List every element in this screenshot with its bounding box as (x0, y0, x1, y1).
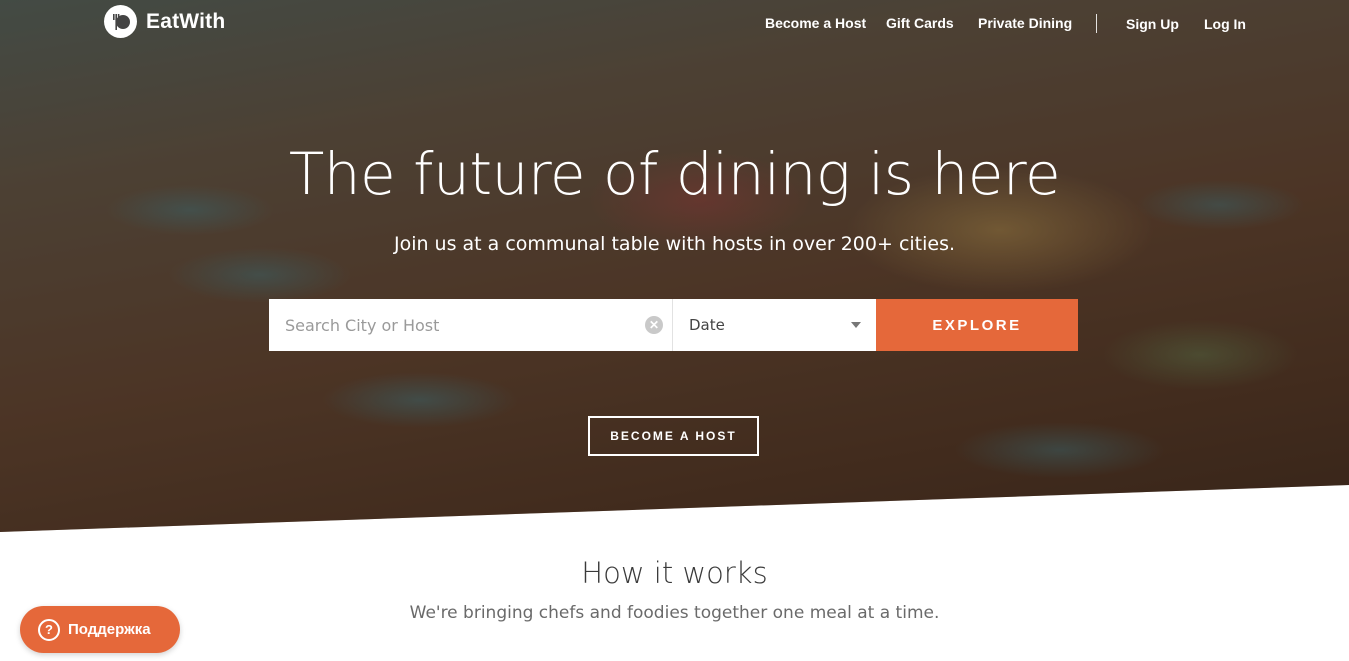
become-host-button[interactable]: BECOME A HOST (588, 416, 759, 456)
date-select-label: Date (689, 316, 725, 334)
nav-log-in-link[interactable]: Log In (1204, 16, 1246, 32)
chevron-down-icon (851, 322, 861, 328)
search-bar: ✕ Date EXPLORE (269, 299, 1078, 351)
nav-private-dining-link[interactable]: Private Dining (978, 15, 1072, 31)
nav-sign-up-link[interactable]: Sign Up (1126, 16, 1179, 32)
how-it-works-subtitle: We're bringing chefs and foodies togethe… (409, 603, 940, 623)
support-label: Поддержка (68, 621, 151, 638)
search-input[interactable] (269, 299, 672, 351)
question-icon: ? (38, 618, 60, 641)
top-nav: EatWith Become a Host Gift Cards Private… (0, 0, 1349, 48)
nav-become-host-link[interactable]: Become a Host (765, 15, 866, 31)
search-field-wrapper: ✕ (269, 299, 673, 351)
brand-name: EatWith (146, 9, 226, 33)
nav-gift-cards-link[interactable]: Gift Cards (886, 15, 954, 31)
logo[interactable]: EatWith (104, 5, 225, 38)
hero-headline: The future of dining is here (288, 140, 1061, 208)
nav-divider (1096, 14, 1097, 33)
clear-icon[interactable]: ✕ (645, 316, 663, 334)
hero-subhead: Join us at a communal table with hosts i… (393, 233, 956, 255)
how-it-works-title: How it works (581, 556, 768, 590)
fork-plate-icon (104, 5, 137, 38)
support-button[interactable]: ? Поддержка (20, 606, 180, 653)
explore-button[interactable]: EXPLORE (876, 299, 1078, 351)
date-select[interactable]: Date (673, 299, 876, 351)
